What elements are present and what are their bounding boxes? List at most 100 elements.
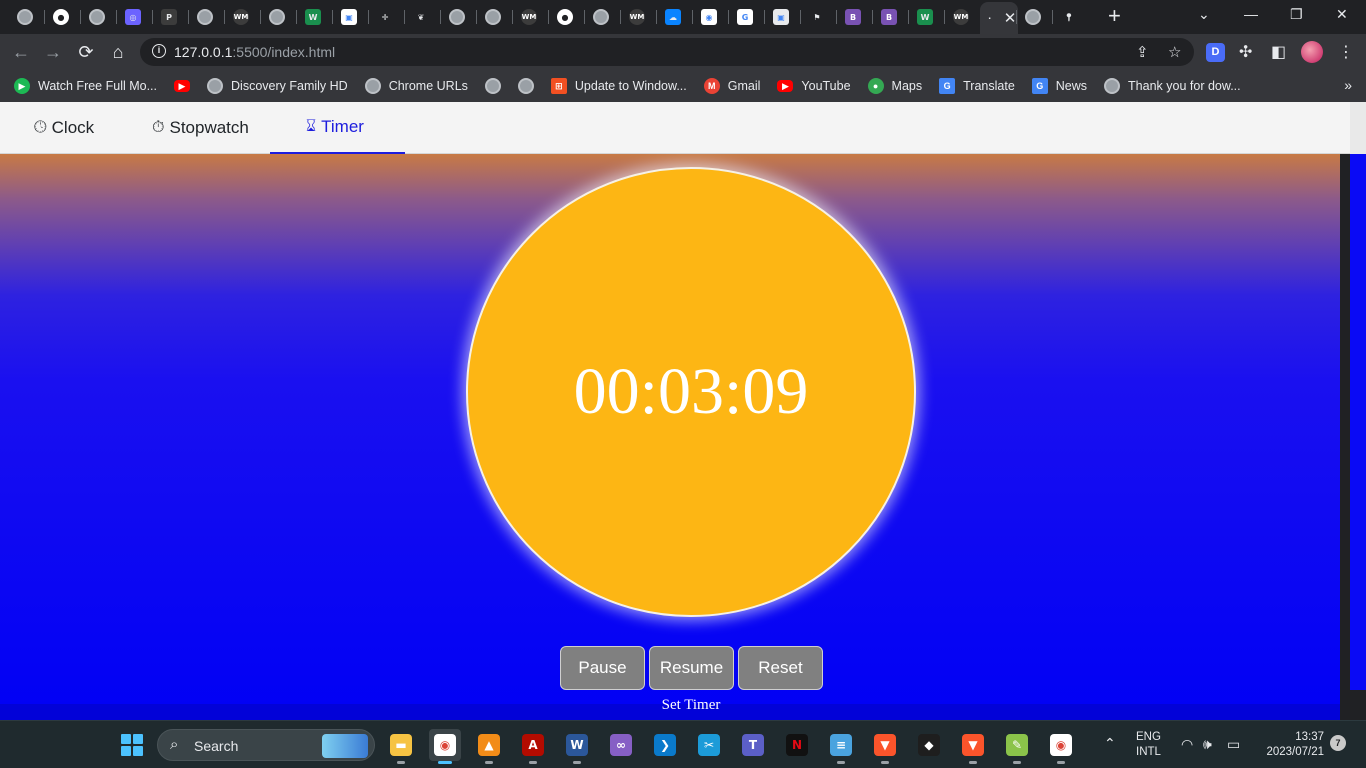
taskbar-app[interactable]: A <box>517 729 549 764</box>
volume-icon[interactable]: 🕪︎ <box>1203 736 1212 753</box>
nav-timer[interactable]: ⌛︎ Timer <box>270 102 405 154</box>
tab-search-chevron-icon[interactable]: ⌄ <box>1198 6 1210 23</box>
browser-tab[interactable]: W <box>296 4 330 30</box>
browser-tab[interactable] <box>476 4 510 30</box>
browser-tab[interactable]: ▣ <box>764 4 798 30</box>
browser-tab[interactable]: ◉ <box>692 4 726 30</box>
bookmark-item[interactable]: ▶ <box>174 80 191 92</box>
back-button[interactable]: ← <box>10 41 32 63</box>
bookmark-item[interactable]: Discovery Family HD <box>207 78 348 94</box>
browser-tab[interactable]: ☁ <box>656 4 690 30</box>
menu-kebab-icon[interactable]: ⋮ <box>1338 42 1354 62</box>
new-tab-button[interactable]: + <box>1108 5 1121 27</box>
page-scrollbar[interactable] <box>1350 154 1366 690</box>
tray-overflow-chevron-icon[interactable]: ⌃ <box>1104 735 1116 752</box>
bookmark-label: Chrome URLs <box>388 79 468 93</box>
bookmark-item[interactable]: G Translate <box>939 78 1015 94</box>
system-clock[interactable]: 13:37 2023/07/21 <box>1256 730 1324 760</box>
bookmark-item[interactable]: M Gmail <box>703 78 760 94</box>
bookmarks-overflow-button[interactable]: » <box>1344 77 1352 93</box>
extension-d-icon[interactable]: D <box>1206 43 1225 62</box>
restore-button[interactable]: ❐ <box>1290 6 1303 23</box>
browser-tab[interactable]: B <box>836 4 870 30</box>
close-window-button[interactable]: ✕ <box>1336 6 1348 23</box>
browser-tab[interactable]: WM <box>512 4 546 30</box>
browser-tab[interactable] <box>440 4 474 30</box>
taskbar-app[interactable]: ▲ <box>473 729 505 764</box>
browser-tab[interactable] <box>80 4 114 30</box>
taskbar-app[interactable]: ◆ <box>913 729 945 761</box>
forward-button[interactable]: → <box>42 41 64 63</box>
bookmark-item[interactable]: G News <box>1031 78 1087 94</box>
bookmark-item[interactable] <box>517 78 534 94</box>
resume-button[interactable]: Resume <box>649 646 734 690</box>
browser-tab[interactable]: G <box>728 4 762 30</box>
taskbar-app[interactable]: ✂ <box>693 729 725 761</box>
browser-tab[interactable]: ● <box>548 4 582 30</box>
bookmark-item[interactable]: Chrome URLs <box>364 78 468 94</box>
battery-icon[interactable]: ▭ <box>1227 736 1240 753</box>
taskbar-app[interactable]: ◉ <box>429 729 461 764</box>
browser-tab[interactable]: P <box>152 4 186 30</box>
address-bar[interactable]: i 127.0.0.1:5500/index.html ⇪ ☆ <box>140 38 1194 66</box>
start-button[interactable] <box>121 734 143 756</box>
browser-tab[interactable]: WM <box>620 4 654 30</box>
minimize-button[interactable]: — <box>1244 6 1258 22</box>
browser-tab[interactable]: WM <box>944 4 978 30</box>
taskbar-app[interactable]: ✎ <box>1001 729 1033 764</box>
browser-tab[interactable] <box>584 4 618 30</box>
site-info-icon[interactable]: i <box>152 44 166 58</box>
globe-icon <box>1104 78 1121 94</box>
set-timer-link[interactable]: Set Timer <box>560 697 822 714</box>
home-button[interactable]: ⌂ <box>107 41 129 63</box>
browser-tab[interactable] <box>1016 4 1050 30</box>
notification-badge[interactable]: 7 <box>1330 735 1346 751</box>
bookmark-item[interactable]: Thank you for dow... <box>1104 78 1241 94</box>
taskbar-search[interactable]: ⌕ Search <box>157 729 375 761</box>
taskbar-app[interactable]: ◉ <box>1045 729 1077 764</box>
taskbar-app[interactable]: ≡ <box>825 729 857 764</box>
browser-tab[interactable]: WM <box>224 4 258 30</box>
gmail-icon: M <box>703 78 720 94</box>
bookmark-item[interactable]: ⊞ Update to Window... <box>550 78 687 94</box>
bookmark-item[interactable]: ▶ Watch Free Full Mo... <box>14 78 157 94</box>
profile-avatar[interactable] <box>1301 41 1323 63</box>
browser-tab[interactable] <box>188 4 222 30</box>
browser-tab[interactable]: W <box>908 4 942 30</box>
taskbar-app[interactable]: N <box>781 729 813 761</box>
nav-clock[interactable]: 🕓︎ Clock <box>34 102 94 154</box>
bookmark-item[interactable]: ● Maps <box>867 78 922 94</box>
pause-button[interactable]: Pause <box>560 646 645 690</box>
taskbar-app[interactable]: ▼ <box>869 729 901 764</box>
extensions-puzzle-icon[interactable]: ✣ <box>1239 42 1252 62</box>
bookmark-star-icon[interactable]: ☆ <box>1168 43 1181 61</box>
browser-tab[interactable]: ● <box>44 4 78 30</box>
reset-button[interactable]: Reset <box>738 646 823 690</box>
taskbar-app[interactable]: ❯ <box>649 729 681 761</box>
bookmark-item[interactable] <box>484 78 501 94</box>
browser-tab[interactable]: 📍︎ <box>1052 4 1086 30</box>
browser-tab[interactable]: ◎ <box>116 4 150 30</box>
browser-tab[interactable]: · ✕ <box>980 2 1018 34</box>
nav-stopwatch[interactable]: ⏱︎ Stopwatch <box>152 102 249 154</box>
language-indicator[interactable]: ENG INTL <box>1136 730 1161 760</box>
side-panel-icon[interactable]: ◧ <box>1271 42 1286 62</box>
bookmark-item[interactable]: ▶ YouTube <box>777 79 851 93</box>
browser-tab[interactable] <box>260 4 294 30</box>
browser-tab[interactable]: ⚑ <box>800 4 834 30</box>
reload-button[interactable]: ⟳ <box>75 41 97 63</box>
taskbar-app[interactable]: T <box>737 729 769 761</box>
url-text[interactable]: 127.0.0.1:5500/index.html <box>174 44 335 60</box>
close-tab-icon[interactable]: ✕ <box>1004 9 1017 27</box>
browser-tab[interactable] <box>8 4 42 30</box>
wifi-icon[interactable]: ◠ <box>1181 736 1193 753</box>
browser-tab[interactable]: ✛ <box>368 4 402 30</box>
taskbar-app[interactable]: ▼ <box>957 729 989 764</box>
browser-tab[interactable]: B <box>872 4 906 30</box>
taskbar-app[interactable]: W <box>561 729 593 764</box>
browser-tab[interactable]: ▣ <box>332 4 366 30</box>
share-icon[interactable]: ⇪ <box>1136 43 1149 61</box>
taskbar-app[interactable]: ▬ <box>385 729 417 764</box>
browser-tab[interactable]: ❦ <box>404 4 438 30</box>
taskbar-app[interactable]: ∞ <box>605 729 637 761</box>
